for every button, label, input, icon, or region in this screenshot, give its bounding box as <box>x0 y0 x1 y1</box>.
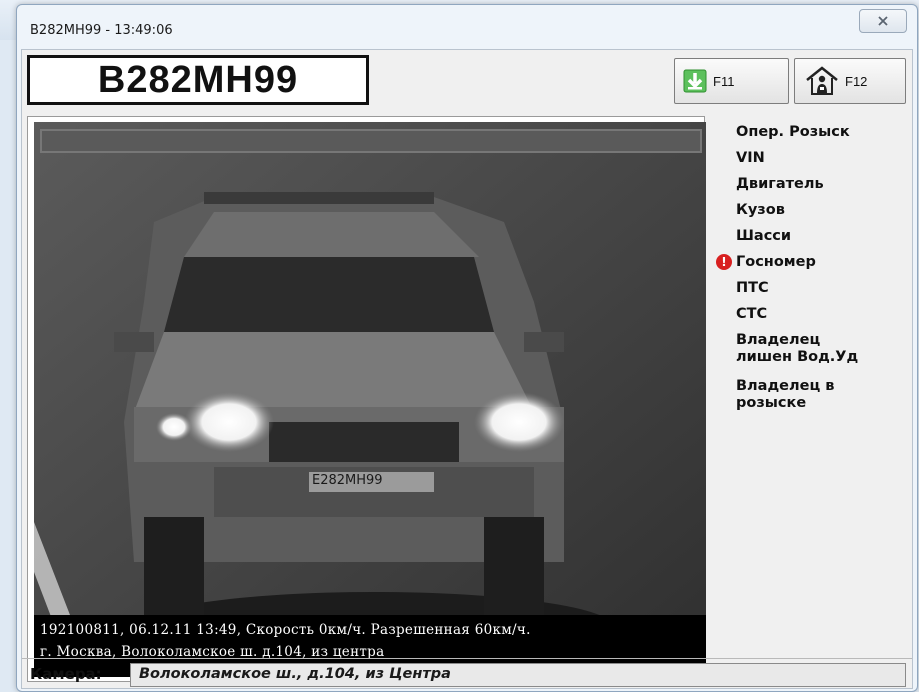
camera-field: Волоколамское ш., д.104, из Центра <box>130 663 906 687</box>
owner-wanted-line-1: Владелец в <box>736 378 835 394</box>
check-item-sts[interactable]: СТС <box>736 306 908 323</box>
f12-button[interactable]: F12 <box>794 58 906 104</box>
dialog-window: B282MH99 - 13:49:06 B282MH99 F11 F12 E28… <box>16 4 918 692</box>
check-item-owner-wanted[interactable]: Владелец в розыске <box>736 378 908 412</box>
camera-bar: Камера: Волоколамское ш., д.104, из Цент… <box>22 658 912 689</box>
alert-icon: ! <box>716 254 732 270</box>
owner-license-line-1: Владелец <box>736 332 821 348</box>
close-button[interactable] <box>859 9 907 33</box>
download-icon <box>683 69 707 93</box>
caption-line-1: 192100811, 06.12.11 13:49, Скорость 0км/… <box>40 622 531 638</box>
f11-label: F11 <box>713 73 735 89</box>
title-bar: B282MH99 - 13:49:06 <box>17 5 917 47</box>
client-area: B282MH99 F11 F12 E282MH99 192100811, 06.… <box>21 49 913 689</box>
f12-label: F12 <box>845 73 868 89</box>
check-item-owner-license[interactable]: Владелец лишен Вод.Уд <box>736 332 908 366</box>
camera-photo: E282MH99 192100811, 06.12.11 13:49, Скор… <box>34 122 706 677</box>
window-title: B282MH99 - 13:49:06 <box>30 23 173 38</box>
check-list: Опер. Розыск VIN Двигатель Кузов Шасси !… <box>716 124 908 424</box>
check-item-body[interactable]: Кузов <box>736 202 908 219</box>
check-item-oper-rozysk[interactable]: Опер. Розыск <box>736 124 908 141</box>
close-icon <box>878 16 888 26</box>
house-icon <box>806 66 838 95</box>
camera-photo-frame: E282MH99 192100811, 06.12.11 13:49, Скор… <box>27 116 706 682</box>
plate-number: B282MH99 <box>97 58 299 101</box>
owner-license-line-2: лишен Вод.Уд <box>736 349 859 365</box>
photo-info-bar <box>40 129 702 153</box>
car-plate-label: E282MH99 <box>312 473 383 488</box>
owner-wanted-line-2: розыске <box>736 395 807 411</box>
car-image <box>34 122 706 677</box>
check-item-chassis[interactable]: Шасси <box>736 228 908 245</box>
check-item-pts[interactable]: ПТС <box>736 280 908 297</box>
check-item-gosnomer-label: Госномер <box>736 254 816 270</box>
plate-display: B282MH99 <box>27 55 369 105</box>
f11-button[interactable]: F11 <box>674 58 789 104</box>
check-item-gosnomer[interactable]: ! Госномер <box>716 254 908 271</box>
check-item-vin[interactable]: VIN <box>736 150 908 167</box>
check-item-engine[interactable]: Двигатель <box>736 176 908 193</box>
camera-label: Камера: <box>30 665 102 683</box>
